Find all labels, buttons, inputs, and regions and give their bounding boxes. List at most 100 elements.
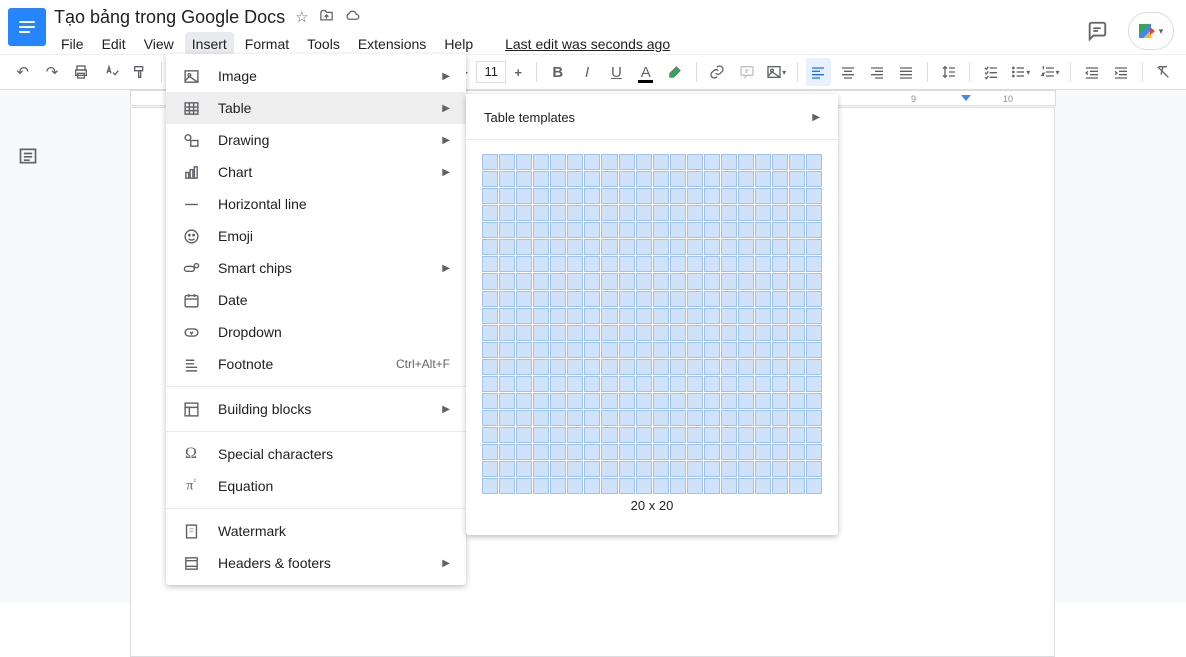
grid-cell[interactable] [482, 393, 498, 409]
grid-cell[interactable] [687, 154, 703, 170]
grid-cell[interactable] [584, 308, 600, 324]
comment-history-icon[interactable] [1084, 18, 1110, 44]
grid-cell[interactable] [601, 410, 617, 426]
grid-cell[interactable] [738, 256, 754, 272]
grid-cell[interactable] [550, 239, 566, 255]
grid-cell[interactable] [550, 188, 566, 204]
increase-indent-button[interactable] [1108, 58, 1133, 86]
insert-menu-table[interactable]: Table▶ [166, 92, 466, 124]
grid-cell[interactable] [601, 188, 617, 204]
grid-cell[interactable] [789, 205, 805, 221]
insert-menu-blocks[interactable]: Building blocks▶ [166, 393, 466, 425]
grid-cell[interactable] [550, 273, 566, 289]
grid-cell[interactable] [721, 461, 737, 477]
grid-cell[interactable] [738, 393, 754, 409]
grid-cell[interactable] [687, 427, 703, 443]
grid-cell[interactable] [806, 325, 822, 341]
grid-cell[interactable] [704, 171, 720, 187]
grid-cell[interactable] [482, 256, 498, 272]
underline-button[interactable]: U [604, 58, 629, 86]
grid-cell[interactable] [670, 291, 686, 307]
grid-cell[interactable] [653, 239, 669, 255]
grid-cell[interactable] [789, 342, 805, 358]
grid-cell[interactable] [619, 205, 635, 221]
bulleted-list-button[interactable]: ▾ [1008, 58, 1033, 86]
grid-cell[interactable] [772, 239, 788, 255]
grid-cell[interactable] [653, 359, 669, 375]
grid-cell[interactable] [550, 427, 566, 443]
grid-cell[interactable] [687, 308, 703, 324]
grid-cell[interactable] [670, 273, 686, 289]
grid-cell[interactable] [721, 205, 737, 221]
grid-cell[interactable] [755, 188, 771, 204]
grid-cell[interactable] [721, 444, 737, 460]
grid-cell[interactable] [550, 461, 566, 477]
menu-file[interactable]: File [54, 32, 91, 56]
grid-cell[interactable] [772, 376, 788, 392]
grid-cell[interactable] [550, 410, 566, 426]
grid-cell[interactable] [670, 239, 686, 255]
grid-cell[interactable] [584, 427, 600, 443]
grid-cell[interactable] [738, 205, 754, 221]
grid-cell[interactable] [499, 342, 515, 358]
grid-cell[interactable] [533, 308, 549, 324]
grid-cell[interactable] [482, 291, 498, 307]
grid-cell[interactable] [670, 478, 686, 494]
grid-cell[interactable] [619, 444, 635, 460]
menu-insert[interactable]: Insert [185, 32, 234, 56]
text-color-button[interactable]: A [633, 58, 658, 86]
insert-menu-omega[interactable]: ΩSpecial characters [166, 438, 466, 470]
checklist-button[interactable] [978, 58, 1003, 86]
grid-cell[interactable] [687, 393, 703, 409]
insert-menu-drawing[interactable]: Drawing▶ [166, 124, 466, 156]
outline-toggle-icon[interactable] [18, 146, 40, 168]
grid-cell[interactable] [636, 291, 652, 307]
grid-cell[interactable] [704, 444, 720, 460]
grid-cell[interactable] [533, 461, 549, 477]
grid-cell[interactable] [482, 376, 498, 392]
grid-cell[interactable] [533, 325, 549, 341]
last-edit-link[interactable]: Last edit was seconds ago [498, 32, 677, 56]
grid-cell[interactable] [789, 273, 805, 289]
grid-cell[interactable] [738, 410, 754, 426]
grid-cell[interactable] [772, 444, 788, 460]
comment-button[interactable] [734, 58, 759, 86]
grid-cell[interactable] [567, 461, 583, 477]
grid-cell[interactable] [755, 273, 771, 289]
grid-cell[interactable] [772, 325, 788, 341]
grid-cell[interactable] [670, 154, 686, 170]
grid-cell[interactable] [516, 222, 532, 238]
grid-cell[interactable] [567, 393, 583, 409]
grid-cell[interactable] [806, 291, 822, 307]
grid-cell[interactable] [789, 325, 805, 341]
star-icon[interactable]: ☆ [295, 8, 308, 26]
grid-cell[interactable] [704, 291, 720, 307]
grid-cell[interactable] [772, 393, 788, 409]
grid-cell[interactable] [653, 273, 669, 289]
grid-cell[interactable] [704, 273, 720, 289]
grid-cell[interactable] [636, 461, 652, 477]
grid-cell[interactable] [601, 393, 617, 409]
grid-cell[interactable] [704, 461, 720, 477]
menu-format[interactable]: Format [238, 32, 296, 56]
grid-cell[interactable] [653, 427, 669, 443]
grid-cell[interactable] [619, 325, 635, 341]
grid-cell[interactable] [482, 222, 498, 238]
grid-cell[interactable] [806, 427, 822, 443]
grid-cell[interactable] [636, 444, 652, 460]
grid-cell[interactable] [670, 393, 686, 409]
grid-cell[interactable] [721, 256, 737, 272]
grid-cell[interactable] [516, 171, 532, 187]
grid-cell[interactable] [721, 410, 737, 426]
grid-cell[interactable] [670, 256, 686, 272]
grid-cell[interactable] [806, 239, 822, 255]
bold-button[interactable]: B [545, 58, 570, 86]
grid-cell[interactable] [619, 478, 635, 494]
grid-cell[interactable] [567, 171, 583, 187]
grid-cell[interactable] [704, 239, 720, 255]
insert-menu-date[interactable]: Date [166, 284, 466, 316]
grid-cell[interactable] [516, 308, 532, 324]
insert-image-button[interactable]: ▾ [763, 58, 788, 86]
grid-cell[interactable] [533, 205, 549, 221]
grid-cell[interactable] [533, 222, 549, 238]
